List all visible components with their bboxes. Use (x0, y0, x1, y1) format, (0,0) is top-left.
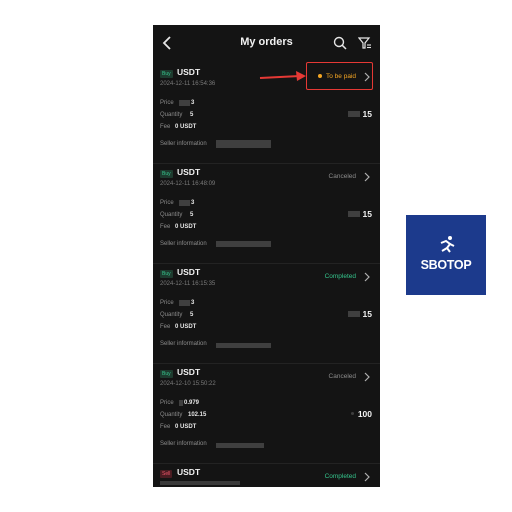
seller-info-label: Seller information (160, 241, 207, 247)
quantity-label: Quantity (160, 112, 183, 118)
divider (153, 163, 380, 164)
quantity-value: 102.15 (188, 412, 207, 418)
search-icon[interactable] (333, 36, 347, 50)
asset-name: USDT (177, 267, 201, 277)
quantity-value: 5 (190, 112, 194, 118)
quantity-label: Quantity (160, 412, 183, 418)
annotation-arrow-icon (259, 71, 306, 81)
redacted-value (179, 400, 183, 406)
order-timestamp: 2024-12-10 15:50:22 (160, 381, 216, 387)
fee-label: Fee (160, 324, 171, 330)
quantity-value: 5 (190, 212, 194, 218)
price-label: Price (160, 100, 174, 106)
buy-badge: Buy (160, 270, 173, 278)
price-value: 0.979 (184, 400, 200, 406)
redacted-value (179, 200, 190, 206)
buy-badge: Buy (160, 70, 173, 78)
redacted-seller (216, 140, 271, 148)
runner-logo-icon (440, 236, 455, 253)
order-status: Completed (324, 273, 356, 280)
order-status: Canceled (328, 173, 356, 180)
fee-value: 0 USDT (175, 324, 197, 330)
order-card[interactable]: Sell USDT Completed (153, 465, 380, 487)
quantity-value: 5 (190, 312, 194, 318)
redacted-value (348, 211, 360, 217)
order-amount: 15 (362, 209, 372, 219)
sbotop-logo: SBOTOP (406, 215, 486, 295)
order-status: Completed (324, 473, 356, 480)
redacted-seller (216, 443, 264, 448)
order-timestamp: 2024-12-11 16:48:09 (160, 181, 216, 187)
annotation-highlight-box (306, 62, 373, 90)
order-card[interactable]: Buy USDT 2024-12-10 15:50:22 Canceled Pr… (153, 365, 380, 465)
quantity-label: Quantity (160, 312, 183, 318)
order-timestamp-cropped (160, 481, 240, 485)
price-label: Price (160, 200, 174, 206)
quantity-label: Quantity (160, 212, 183, 218)
fee-value: 0 USDT (175, 424, 197, 430)
order-status: Canceled (328, 373, 356, 380)
redacted-value (348, 311, 360, 317)
fee-label: Fee (160, 424, 171, 430)
asset-name: USDT (177, 467, 201, 477)
order-amount: 15 (362, 109, 372, 119)
order-timestamp: 2024-12-11 16:15:35 (160, 281, 216, 287)
order-card[interactable]: Buy USDT 2024-12-11 16:48:09 Canceled Pr… (153, 165, 380, 265)
fee-label: Fee (160, 224, 171, 230)
price-label: Price (160, 400, 174, 406)
price-value: 3 (191, 200, 195, 206)
chevron-right-icon (364, 272, 370, 282)
order-timestamp: 2024-12-11 16:54:36 (160, 81, 216, 87)
redacted-value (351, 412, 354, 415)
divider (153, 363, 380, 364)
divider (153, 263, 380, 264)
chevron-right-icon (364, 372, 370, 382)
chevron-right-icon (364, 472, 370, 482)
price-value: 3 (191, 100, 195, 106)
redacted-seller (216, 343, 271, 348)
buy-badge: Buy (160, 370, 173, 378)
seller-info-label: Seller information (160, 341, 207, 347)
header: My orders (153, 25, 380, 63)
fee-label: Fee (160, 124, 171, 130)
filter-icon[interactable] (358, 36, 372, 50)
fee-value: 0 USDT (175, 224, 197, 230)
order-amount: 100 (357, 409, 372, 419)
price-value: 3 (191, 300, 195, 306)
chevron-right-icon (364, 172, 370, 182)
divider (153, 463, 380, 464)
seller-info-label: Seller information (160, 141, 207, 147)
order-card[interactable]: Buy USDT 2024-12-11 16:15:35 Completed P… (153, 265, 380, 365)
orders-screen: My orders Buy USDT 2024-12-11 16:54:36 T… (153, 25, 380, 487)
redacted-value (179, 100, 190, 106)
redacted-value (348, 111, 360, 117)
seller-info-label: Seller information (160, 441, 207, 447)
buy-badge: Buy (160, 170, 173, 178)
fee-value: 0 USDT (175, 124, 197, 130)
brand-name: SBOTOP (420, 258, 472, 272)
asset-name: USDT (177, 67, 201, 77)
price-label: Price (160, 300, 174, 306)
sell-badge: Sell (160, 470, 173, 478)
asset-name: USDT (177, 367, 201, 377)
asset-name: USDT (177, 167, 201, 177)
redacted-seller (216, 241, 271, 247)
order-amount: 15 (362, 309, 372, 319)
redacted-value (179, 300, 190, 306)
